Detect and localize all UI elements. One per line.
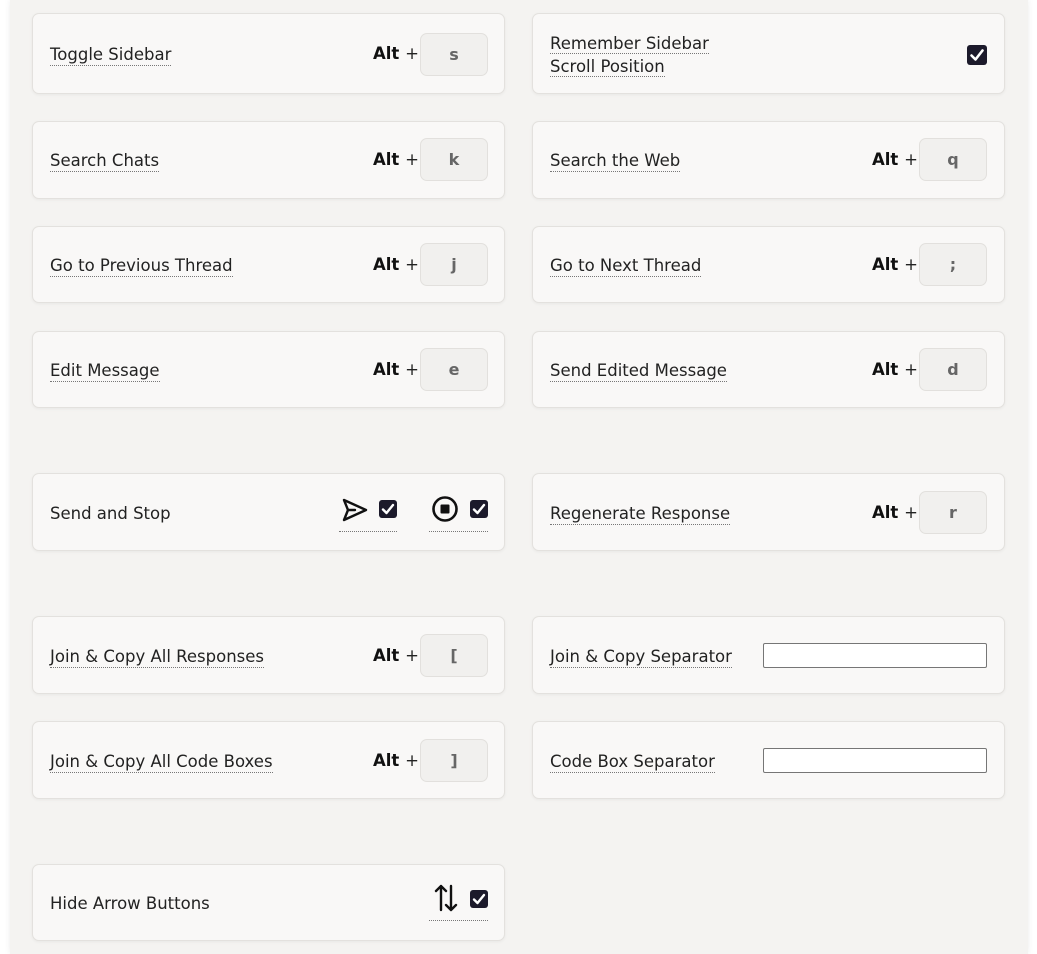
regenerate-card: Regenerate Response Alt + r — [532, 473, 1005, 551]
send-stop-label: Send and Stop — [50, 504, 171, 523]
code-separator-input[interactable] — [763, 748, 987, 773]
stop-icon — [432, 496, 458, 522]
hide-arrows-toggle-underline — [429, 920, 488, 921]
join-copy-separator-label: Join & Copy Separator — [550, 647, 732, 668]
search-chats-label: Search Chats — [50, 151, 160, 172]
checkmark-icon — [970, 49, 984, 61]
search-chats-card: Search Chats Alt + k — [32, 121, 505, 199]
toggle-sidebar-card: Toggle Sidebar Alt + s — [32, 13, 505, 94]
search-web-label: Search the Web — [550, 151, 681, 172]
join-copy-separator-input[interactable] — [763, 643, 987, 668]
alt-modifier: Alt + — [872, 360, 918, 379]
regenerate-key-input[interactable]: r — [919, 491, 987, 534]
send-checkbox[interactable] — [379, 500, 397, 518]
join-copy-responses-card: Join & Copy All Responses Alt + [ — [32, 616, 505, 694]
prev-thread-card: Go to Previous Thread Alt + j — [32, 226, 505, 303]
toggle-sidebar-key-input[interactable]: s — [420, 33, 488, 76]
alt-modifier: Alt + — [373, 751, 419, 770]
join-copy-responses-key-input[interactable]: [ — [420, 634, 488, 677]
send-stop-card: Send and Stop — [32, 473, 505, 551]
send-edited-card: Send Edited Message Alt + d — [532, 331, 1005, 408]
join-copy-code-label: Join & Copy All Code Boxes — [50, 752, 273, 773]
remember-scroll-label: Remember Sidebar Scroll Position — [550, 34, 709, 77]
prev-thread-label: Go to Previous Thread — [50, 256, 233, 277]
checkmark-icon — [381, 503, 395, 515]
alt-modifier: Alt + — [872, 150, 918, 169]
send-edited-label: Send Edited Message — [550, 361, 727, 382]
join-copy-responses-label: Join & Copy All Responses — [50, 647, 265, 668]
search-web-key-input[interactable]: q — [919, 138, 987, 181]
edit-message-card: Edit Message Alt + e — [32, 331, 505, 408]
checkmark-icon — [472, 893, 486, 905]
prev-thread-key-input[interactable]: j — [420, 243, 488, 286]
send-toggle-underline — [339, 531, 397, 532]
remember-scroll-card: Remember Sidebar Scroll Position — [532, 13, 1005, 94]
join-copy-code-card: Join & Copy All Code Boxes Alt + ] — [32, 721, 505, 799]
alt-modifier: Alt + — [872, 503, 918, 522]
send-icon — [342, 498, 368, 522]
code-separator-label: Code Box Separator — [550, 752, 715, 773]
send-edited-key-input[interactable]: d — [919, 348, 987, 391]
edit-message-label: Edit Message — [50, 361, 160, 382]
hide-arrows-checkbox[interactable] — [470, 890, 488, 908]
next-thread-label: Go to Next Thread — [550, 256, 702, 277]
regenerate-label: Regenerate Response — [550, 504, 731, 525]
hide-arrows-card: Hide Arrow Buttons — [32, 864, 505, 941]
hide-arrows-label: Hide Arrow Buttons — [50, 894, 210, 913]
alt-modifier: Alt + — [373, 150, 419, 169]
alt-modifier: Alt + — [373, 360, 419, 379]
alt-modifier: Alt + — [373, 255, 419, 274]
join-copy-separator-card: Join & Copy Separator — [532, 616, 1005, 694]
stop-checkbox[interactable] — [470, 500, 488, 518]
checkmark-icon — [472, 503, 486, 515]
up-down-arrows-icon — [434, 884, 458, 912]
join-copy-code-key-input[interactable]: ] — [420, 739, 488, 782]
alt-modifier: Alt + — [373, 44, 419, 63]
toggle-sidebar-label: Toggle Sidebar — [50, 45, 172, 66]
alt-modifier: Alt + — [373, 646, 419, 665]
stop-toggle-underline — [429, 531, 488, 532]
search-web-card: Search the Web Alt + q — [532, 121, 1005, 199]
alt-modifier: Alt + — [872, 255, 918, 274]
edit-message-key-input[interactable]: e — [420, 348, 488, 391]
next-thread-card: Go to Next Thread Alt + ; — [532, 226, 1005, 303]
code-separator-card: Code Box Separator — [532, 721, 1005, 799]
settings-panel: Toggle Sidebar Alt + s Remember Sidebar … — [10, 0, 1028, 954]
search-chats-key-input[interactable]: k — [420, 138, 488, 181]
next-thread-key-input[interactable]: ; — [919, 243, 987, 286]
remember-scroll-checkbox[interactable] — [967, 45, 987, 65]
